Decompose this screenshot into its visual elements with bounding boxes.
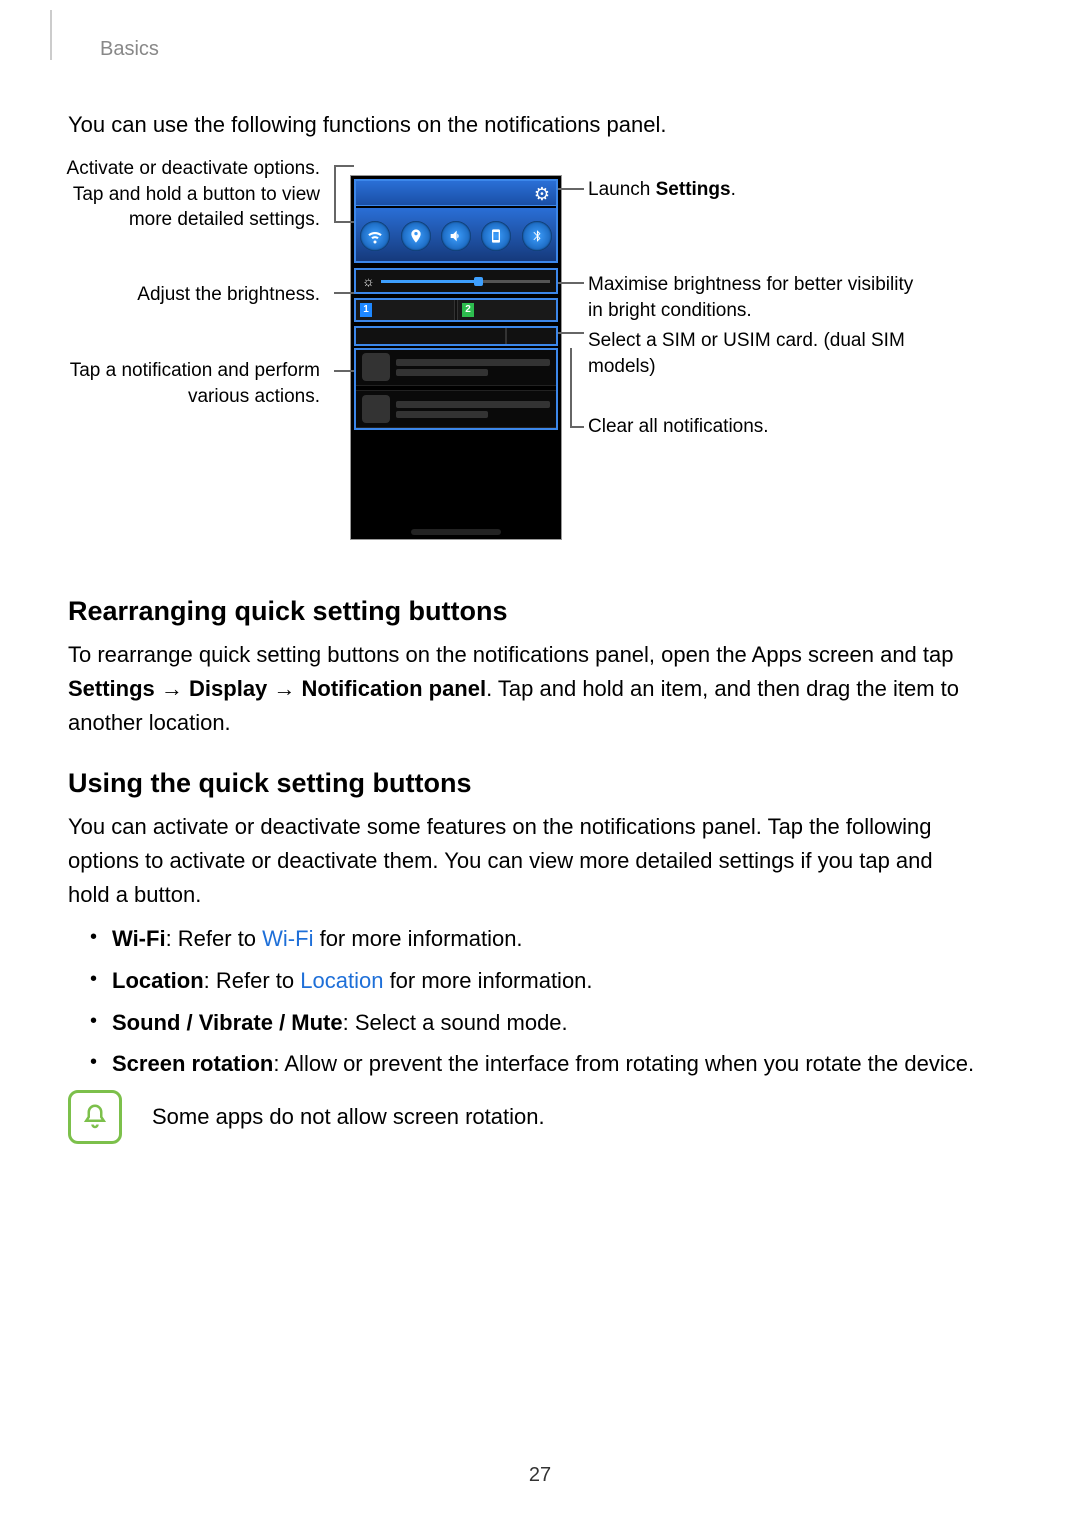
notification-item xyxy=(355,348,557,386)
leader-line xyxy=(558,282,584,284)
leader-line xyxy=(334,370,354,372)
leader-line xyxy=(558,188,584,190)
heading-using: Using the quick setting buttons xyxy=(68,768,472,799)
notification-icon xyxy=(362,395,390,423)
paragraph-using: You can activate or deactivate some feat… xyxy=(68,810,980,912)
list-item: Location: Refer to Location for more inf… xyxy=(90,960,980,1002)
sound-icon xyxy=(441,221,471,251)
wifi-icon xyxy=(360,221,390,251)
status-bar: ⚙ xyxy=(355,180,557,206)
brightness-track xyxy=(381,280,550,283)
notification-item xyxy=(355,390,557,428)
sim-1: 1 xyxy=(355,298,455,322)
bluetooth-icon xyxy=(522,221,552,251)
heading-rearranging: Rearranging quick setting buttons xyxy=(68,596,508,627)
phone-mock: ⚙ ☼ 1 xyxy=(350,175,562,540)
sim-selector-row: 1 2 xyxy=(355,298,557,322)
notification-icon xyxy=(362,353,390,381)
sim-2: 2 xyxy=(457,298,557,322)
callout-settings: Launch Settings. xyxy=(588,177,928,203)
callout-max-brightness: Maximise brightness for better visibilit… xyxy=(588,272,928,323)
note-text: Some apps do not allow screen rotation. xyxy=(152,1104,545,1130)
callout-sim: Select a SIM or USIM card. (dual SIM mod… xyxy=(588,328,928,379)
list-item: Sound / Vibrate / Mute: Select a sound m… xyxy=(90,1002,980,1044)
leader-line xyxy=(334,221,354,223)
section-header: Basics xyxy=(100,38,159,61)
paragraph-rearranging: To rearrange quick setting buttons on th… xyxy=(68,638,980,740)
list-item: Screen rotation: Allow or prevent the in… xyxy=(90,1043,980,1085)
notifications-panel-diagram: ⚙ ☼ 1 xyxy=(350,175,562,540)
callout-quick-options: Activate or deactivate options. Tap and … xyxy=(40,156,320,233)
location-icon xyxy=(401,221,431,251)
list-item: Wi-Fi: Refer to Wi-Fi for more informati… xyxy=(90,918,980,960)
link-wifi[interactable]: Wi-Fi xyxy=(262,926,313,951)
bullet-list: Wi-Fi: Refer to Wi-Fi for more informati… xyxy=(90,918,980,1085)
bell-icon xyxy=(68,1090,122,1144)
leader-line xyxy=(334,165,336,221)
notification-head-row xyxy=(355,326,557,346)
quick-toggles-row xyxy=(355,208,557,262)
header-divider xyxy=(50,10,52,60)
gear-icon: ⚙ xyxy=(534,184,550,205)
callout-brightness: Adjust the brightness. xyxy=(40,282,320,308)
callout-notification: Tap a notification and perform various a… xyxy=(40,358,320,409)
brightness-icon: ☼ xyxy=(362,273,375,289)
leader-line xyxy=(570,348,572,428)
leader-line xyxy=(334,292,354,294)
brightness-slider-row: ☼ xyxy=(355,268,557,294)
link-location[interactable]: Location xyxy=(300,968,383,993)
intro-text: You can use the following functions on t… xyxy=(68,112,667,138)
leader-line xyxy=(334,165,354,167)
callout-clear: Clear all notifications. xyxy=(588,414,928,440)
leader-line xyxy=(558,332,584,334)
home-bar xyxy=(411,529,501,535)
leader-line xyxy=(570,426,584,428)
rotation-icon xyxy=(481,221,511,251)
note-row: Some apps do not allow screen rotation. xyxy=(68,1090,980,1144)
page-number: 27 xyxy=(0,1464,1080,1487)
